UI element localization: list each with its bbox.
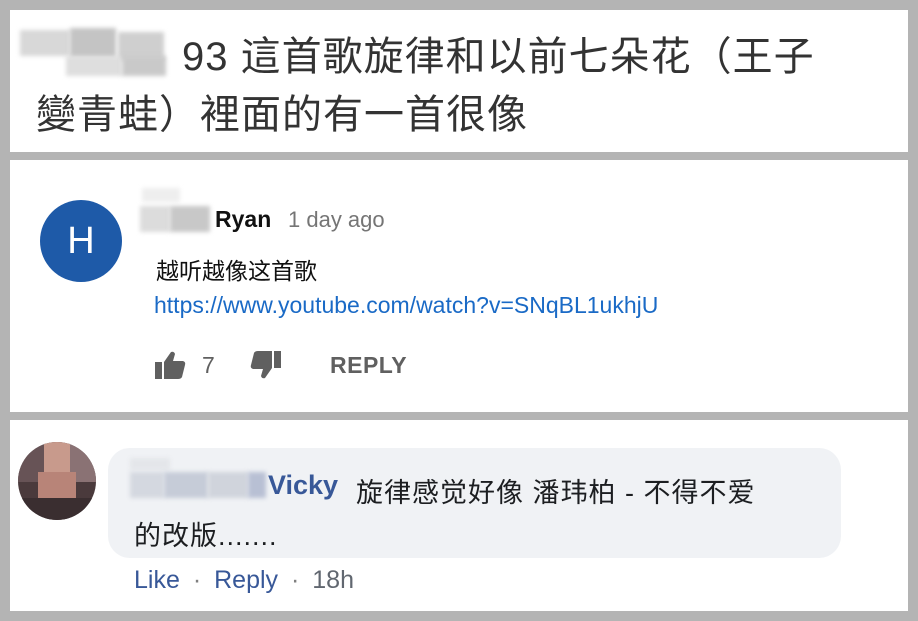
comment-author[interactable]: Ryan bbox=[215, 206, 271, 233]
thumbs-up-icon[interactable] bbox=[154, 350, 186, 380]
like-count: 7 bbox=[202, 352, 215, 378]
avatar[interactable] bbox=[18, 442, 96, 520]
comment-actions: Like · Reply · 18h bbox=[134, 566, 354, 595]
action-separator: · bbox=[192, 566, 202, 594]
comment-text-line1: 旋律感觉好像 潘玮柏 - 不得不爱 bbox=[356, 478, 756, 508]
post-text-line1: 93 這首歌旋律和以前七朵花（王子 bbox=[182, 35, 815, 79]
reply-button[interactable]: Reply bbox=[214, 566, 278, 594]
comment-author[interactable]: Vicky bbox=[268, 470, 338, 501]
post-text: 93 這首歌旋律和以前七朵花（王子 變青蛙）裡面的有一首很像 bbox=[36, 28, 896, 144]
video-link[interactable]: https://www.youtube.com/watch?v=SNqBL1uk… bbox=[154, 292, 658, 319]
post-panel: 93 這首歌旋律和以前七朵花（王子 變青蛙）裡面的有一首很像 bbox=[10, 10, 908, 152]
like-button[interactable]: Like bbox=[134, 566, 180, 594]
comment-text-line2: 的改版....... bbox=[134, 521, 278, 551]
facebook-comment: Vicky 旋律感觉好像 潘玮柏 - 不得不爱 的改版....... Like … bbox=[10, 420, 908, 611]
comment-time[interactable]: 1 day ago bbox=[288, 207, 385, 233]
action-separator: · bbox=[290, 566, 300, 594]
avatar[interactable]: H bbox=[40, 200, 122, 282]
youtube-comment: H Ryan 1 day ago 越听越像这首歌 https://www.you… bbox=[10, 160, 908, 412]
comment-body: 越听越像这首歌 bbox=[156, 258, 317, 284]
post-text-line2: 變青蛙）裡面的有一首很像 bbox=[36, 93, 528, 137]
comment-timestamp[interactable]: 18h bbox=[312, 566, 354, 594]
thumbs-down-icon[interactable] bbox=[250, 350, 282, 380]
reply-button[interactable]: REPLY bbox=[330, 352, 407, 379]
